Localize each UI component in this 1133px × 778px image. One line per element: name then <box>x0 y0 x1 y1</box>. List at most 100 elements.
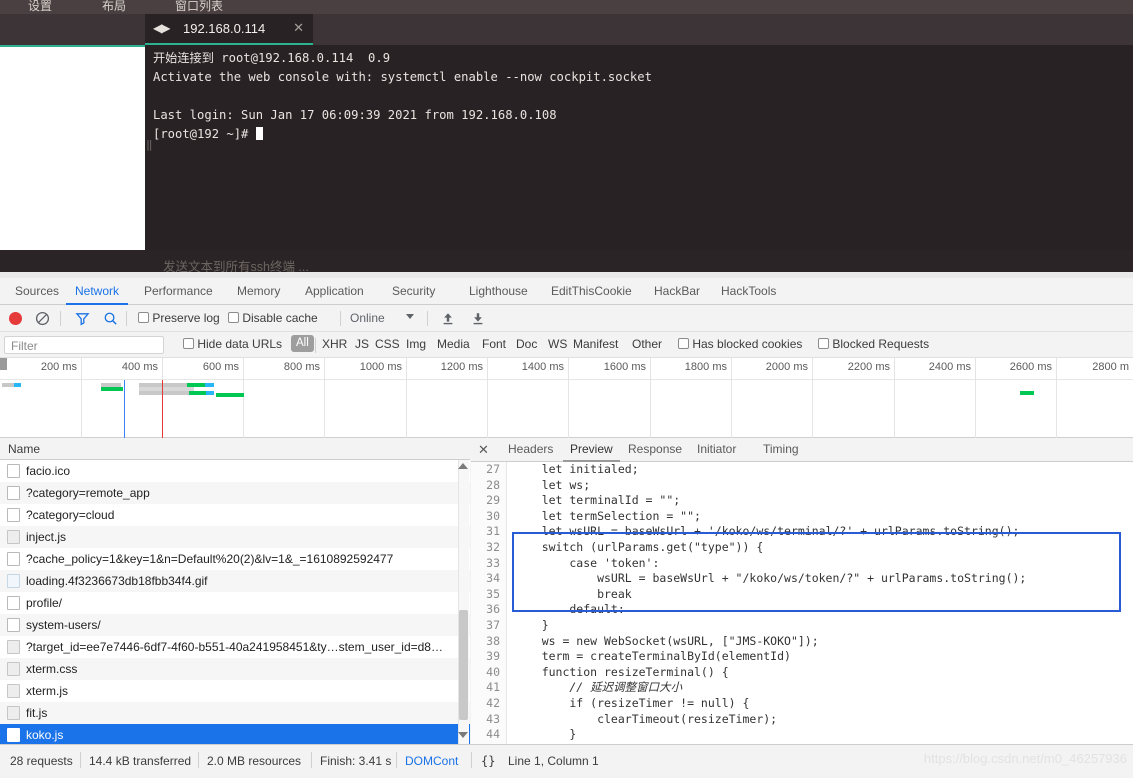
close-icon[interactable]: ✕ <box>478 442 489 458</box>
filter-type-xhr[interactable]: XHR <box>322 337 347 351</box>
tab-headers[interactable]: Headers <box>501 438 560 462</box>
network-overview-timeline[interactable]: 200 ms 400 ms 600 ms 800 ms 1000 ms 1200… <box>0 358 1133 438</box>
overview-gridline <box>324 358 325 438</box>
disable-cache-checkbox[interactable]: Disable cache <box>228 311 318 325</box>
detail-tabbar: ✕ Headers Preview Response Initiator Tim… <box>471 438 1133 462</box>
overview-request-bar <box>205 383 214 387</box>
clear-icon[interactable] <box>35 311 50 326</box>
watermark: https://blog.csdn.net/m0_46257936 <box>924 751 1127 766</box>
status-transferred: 14.4 kB transferred <box>89 754 191 768</box>
request-list-header[interactable]: Name <box>0 438 470 460</box>
overview-corner-handle[interactable] <box>0 358 7 370</box>
tab-hackbar[interactable]: HackBar <box>645 278 709 305</box>
filter-icon[interactable] <box>75 311 90 326</box>
scroll-up-arrow-icon[interactable] <box>458 463 468 469</box>
terminal-resize-grip[interactable]: ‖ <box>146 138 153 151</box>
overview-gridline <box>812 358 813 438</box>
menu-item-layout[interactable]: 布局 <box>102 0 126 14</box>
tab-application[interactable]: Application <box>296 278 373 305</box>
table-row[interactable]: inject.js <box>0 526 470 548</box>
cursor-position: Line 1, Column 1 <box>508 754 599 768</box>
tab-hacktools[interactable]: HackTools <box>712 278 785 305</box>
menu-item-settings[interactable]: 设置 <box>28 0 52 14</box>
blocked-requests-checkbox[interactable]: Blocked Requests <box>818 337 929 351</box>
request-list-scrollbar[interactable] <box>458 460 469 744</box>
prev-next-icon[interactable]: ◀▶ <box>153 21 169 35</box>
table-row[interactable]: xterm.js <box>0 680 470 702</box>
table-row-selected[interactable]: koko.js <box>0 724 470 744</box>
tab-preview[interactable]: Preview <box>563 438 620 462</box>
export-har-icon[interactable] <box>471 311 485 326</box>
search-icon[interactable] <box>103 311 118 326</box>
table-row[interactable]: profile/ <box>0 592 470 614</box>
filter-type-ws[interactable]: WS <box>548 337 567 351</box>
menu-item-window-list[interactable]: 窗口列表 <box>175 0 223 14</box>
preserve-log-checkbox[interactable]: Preserve log <box>138 311 220 325</box>
request-rows[interactable]: facio.ico ?category=remote_app ?category… <box>0 460 470 744</box>
table-row[interactable]: loading.4f3236673db18fbb34f4.gif <box>0 570 470 592</box>
filter-type-css[interactable]: CSS <box>375 337 400 351</box>
tab-editthiscookie[interactable]: EditThisCookie <box>542 278 641 305</box>
filter-type-other[interactable]: Other <box>632 337 662 351</box>
has-blocked-cookies-checkbox[interactable]: Has blocked cookies <box>678 337 802 351</box>
filter-type-manifest[interactable]: Manifest <box>573 337 618 351</box>
tab-performance[interactable]: Performance <box>135 278 222 305</box>
tab-initiator[interactable]: Initiator <box>690 438 743 462</box>
table-row[interactable]: fit.js <box>0 702 470 724</box>
network-filterbar: Filter Hide data URLs All XHR JS CSS Img… <box>0 332 1133 358</box>
terminal-output[interactable]: 开始连接到 root@192.168.0.114 0.9 Activate th… <box>145 45 1133 250</box>
code-viewer[interactable]: 27 28 29 30 31 32 33 34 35 36 37 38 39 4… <box>471 462 1133 744</box>
tab-lighthouse[interactable]: Lighthouse <box>460 278 537 305</box>
table-row[interactable]: facio.ico <box>0 460 470 482</box>
tab-network[interactable]: Network <box>66 278 128 305</box>
checkbox-box <box>818 338 829 349</box>
tab-sources[interactable]: Sources <box>6 278 68 305</box>
filter-type-img[interactable]: Img <box>406 337 426 351</box>
line-number: 30 <box>471 509 506 525</box>
table-row[interactable]: ?cache_policy=1&key=1&n=Default%20(2)&lv… <box>0 548 470 570</box>
overview-gridline <box>650 358 651 438</box>
network-toolbar: Preserve log Disable cache Online <box>0 305 1133 332</box>
table-row[interactable]: ?target_id=ee7e7446-6df7-4f60-b551-40a24… <box>0 636 470 658</box>
filter-type-font[interactable]: Font <box>482 337 506 351</box>
code-line: case 'token': <box>508 556 1133 572</box>
close-icon[interactable]: ✕ <box>293 20 304 36</box>
tab-response[interactable]: Response <box>621 438 689 462</box>
code-line: if (resizeTimer != null) { <box>508 696 1133 712</box>
chevron-down-icon[interactable] <box>406 314 414 319</box>
terminal-tab-192-168-0-114[interactable]: ◀▶ 192.168.0.114 ✕ <box>145 14 313 45</box>
pretty-print-icon[interactable]: {} <box>481 754 495 768</box>
overview-gridline <box>1056 358 1057 438</box>
overview-tick-label: 2000 ms <box>766 361 812 373</box>
filter-type-doc[interactable]: Doc <box>516 337 537 351</box>
js-icon <box>7 530 20 544</box>
dom-content-loaded-marker <box>124 380 125 438</box>
line-number: 35 <box>471 587 506 603</box>
menu-bar: 设置 布局 窗口列表 <box>0 0 1133 14</box>
filter-type-all[interactable]: All <box>291 335 314 352</box>
filter-input[interactable]: Filter <box>4 336 164 354</box>
record-icon[interactable] <box>9 312 22 325</box>
line-number: 39 <box>471 649 506 665</box>
table-row[interactable]: ?category=remote_app <box>0 482 470 504</box>
scroll-down-arrow-icon[interactable] <box>458 732 468 738</box>
tab-memory[interactable]: Memory <box>228 278 289 305</box>
tab-security[interactable]: Security <box>383 278 444 305</box>
terminal-cursor <box>256 127 263 140</box>
overview-tick-label: 2600 ms <box>1010 361 1056 373</box>
filter-type-media[interactable]: Media <box>437 337 470 351</box>
hide-data-urls-checkbox[interactable]: Hide data URLs <box>183 337 282 351</box>
filter-type-js[interactable]: JS <box>355 337 369 351</box>
import-har-icon[interactable] <box>441 311 455 326</box>
line-number: 27 <box>471 462 506 478</box>
line-number: 42 <box>471 696 506 712</box>
toolbar-divider-3 <box>340 311 341 326</box>
scrollbar-thumb[interactable] <box>459 610 468 720</box>
throttling-select[interactable]: Online <box>350 311 385 325</box>
table-row[interactable]: system-users/ <box>0 614 470 636</box>
tab-timing[interactable]: Timing <box>756 438 806 462</box>
code-line: // 延迟调整窗口大小 <box>508 680 1133 696</box>
table-row[interactable]: ?category=cloud <box>0 504 470 526</box>
overview-gridline <box>975 358 976 438</box>
table-row[interactable]: xterm.css <box>0 658 470 680</box>
